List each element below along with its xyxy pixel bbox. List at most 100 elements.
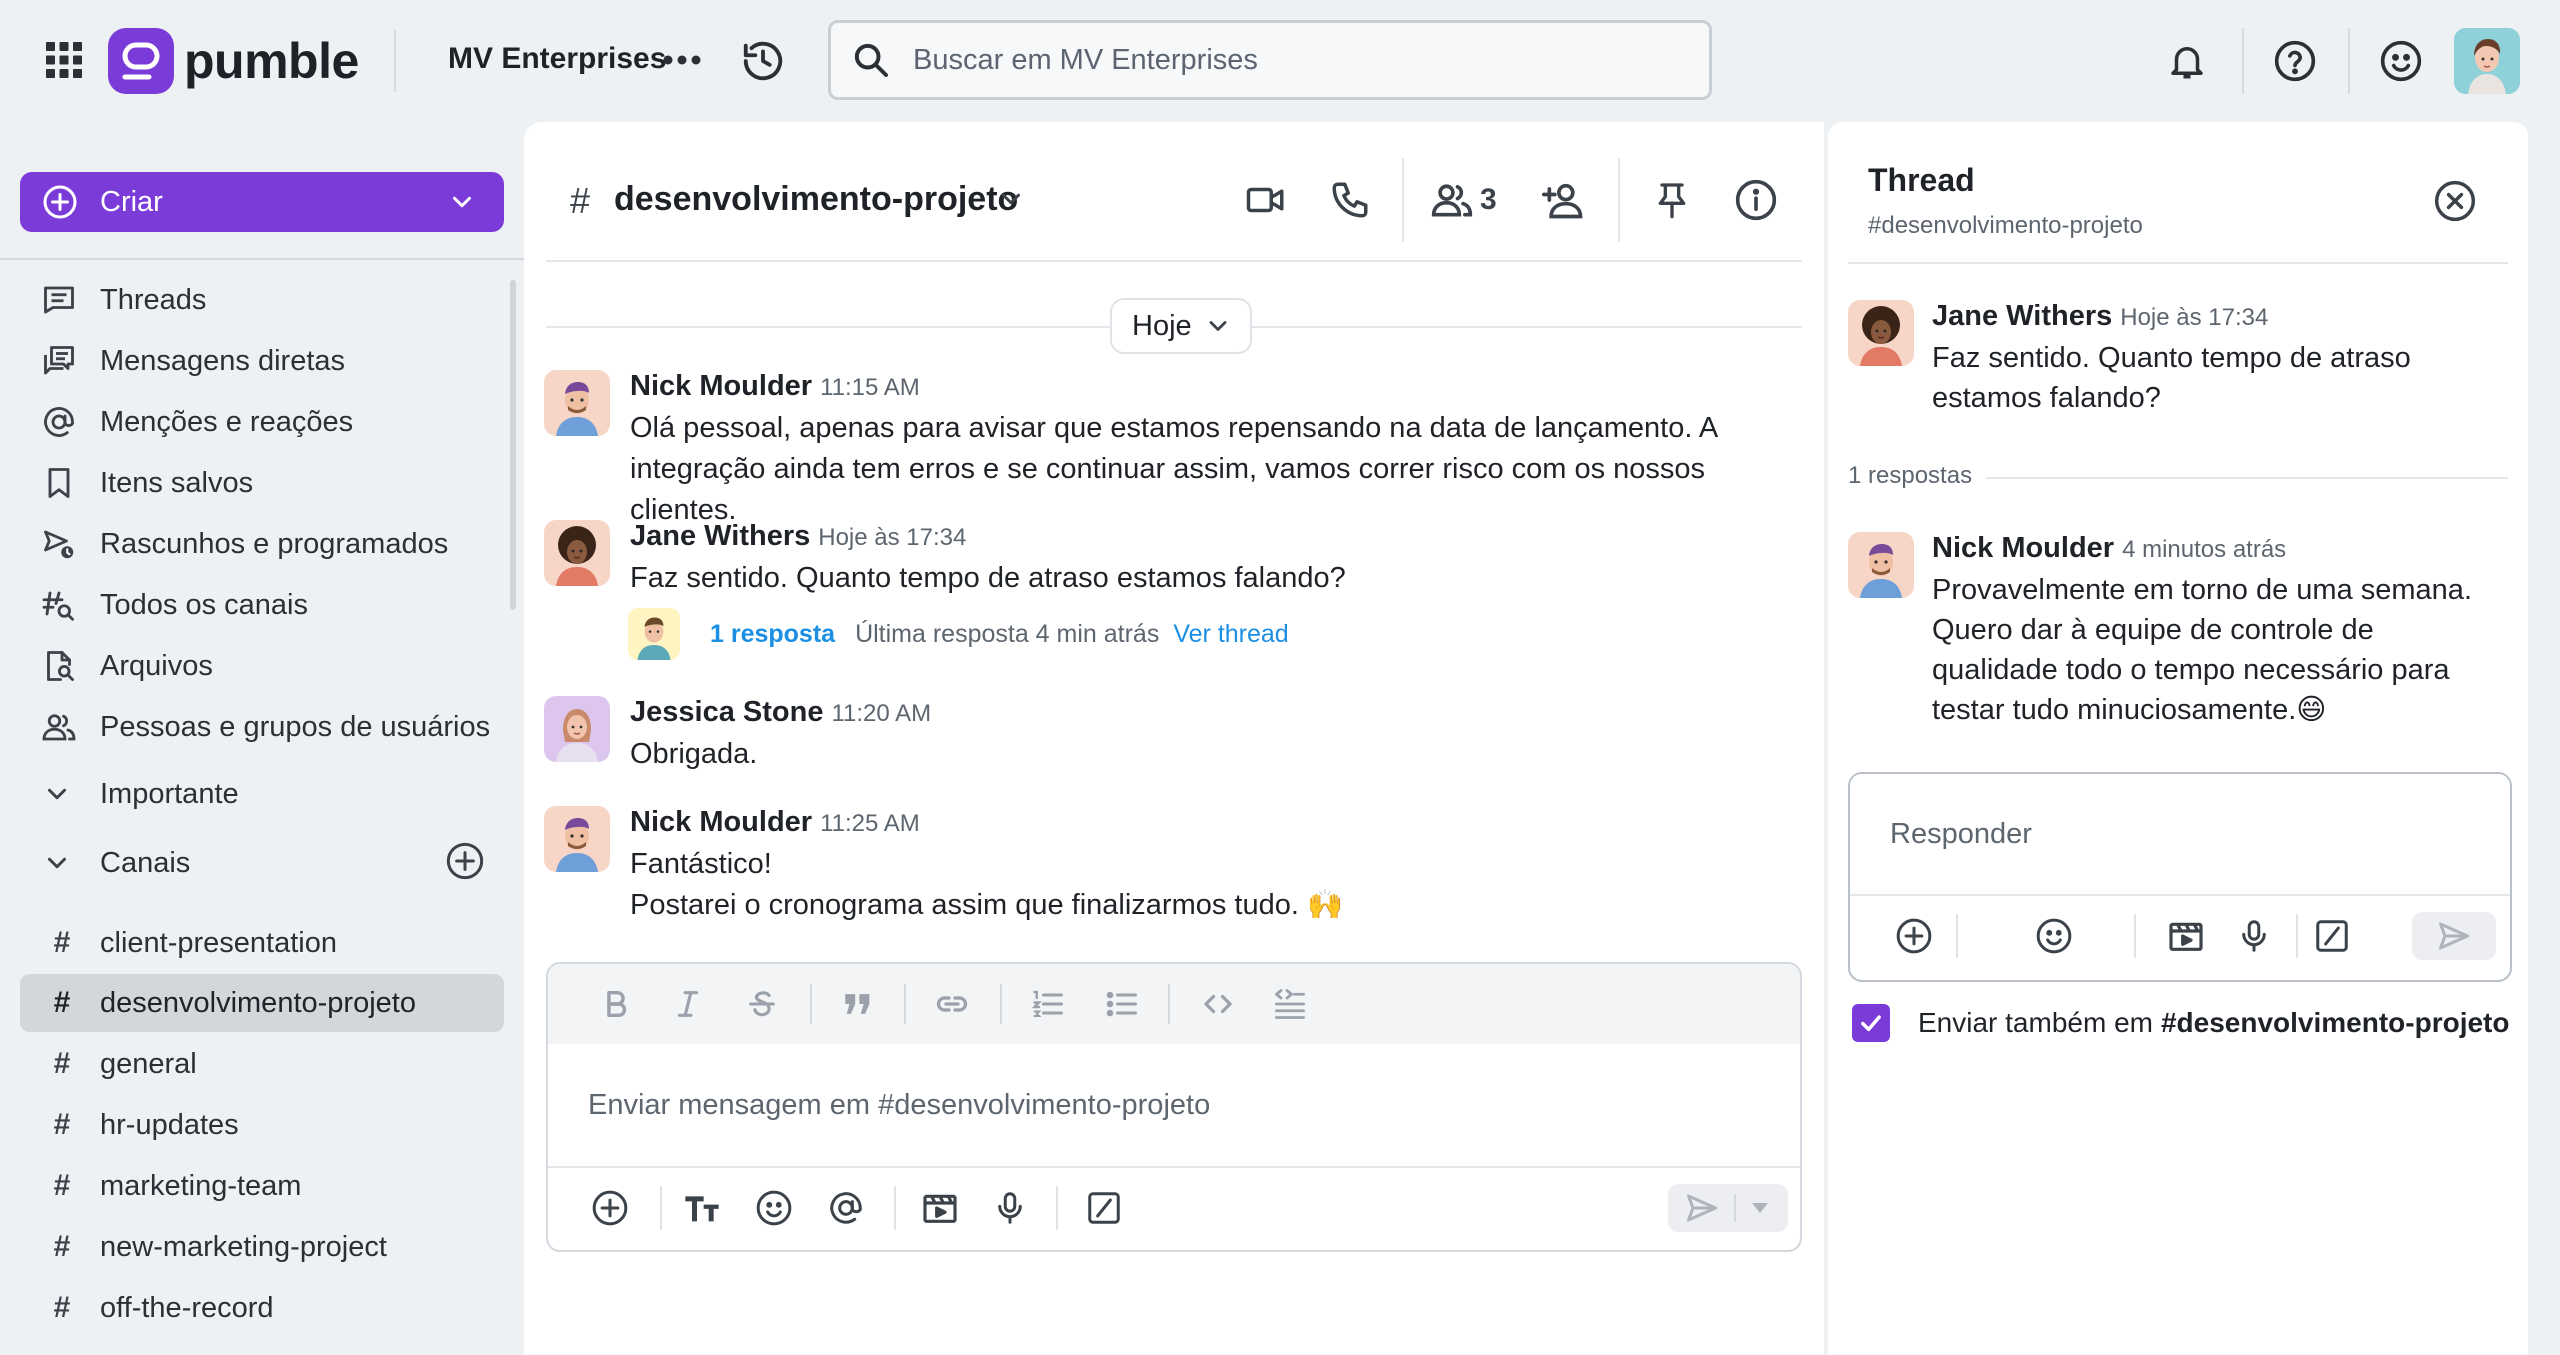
search-bar[interactable]: [828, 20, 1712, 100]
hash-icon: #: [53, 1108, 71, 1141]
message-author[interactable]: Jane Withers: [630, 520, 810, 553]
create-button[interactable]: Criar: [20, 172, 504, 232]
also-send-checkbox[interactable]: [1852, 1004, 1890, 1042]
section-channels[interactable]: Canais: [40, 839, 190, 887]
view-thread-link[interactable]: Ver thread: [1173, 620, 1288, 649]
history-icon[interactable]: [740, 38, 786, 84]
section-important[interactable]: Importante: [40, 770, 239, 818]
channel-item-desenvolvimento-projeto[interactable]: # desenvolvimento-projeto: [20, 974, 504, 1032]
message-item[interactable]: Nick Moulder 11:15 AM Olá pessoal, apena…: [544, 370, 1804, 526]
hash-icon: #: [53, 1047, 71, 1080]
pin-icon[interactable]: [1646, 174, 1698, 226]
attach-plus-icon[interactable]: [1892, 914, 1936, 958]
thread-reply-message[interactable]: Nick Moulder 4 minutos atrás Provavelmen…: [1848, 532, 2508, 732]
workspace-name[interactable]: MV Enterprises: [448, 42, 666, 76]
nav-item-drafts[interactable]: Rascunhos e programados: [40, 520, 448, 568]
avatar-nick-moulder[interactable]: [1848, 532, 1914, 598]
channel-item-marketing-team[interactable]: # marketing-team: [20, 1157, 504, 1215]
nav-item-mentions[interactable]: Menções e reações: [40, 398, 353, 446]
message-author[interactable]: Nick Moulder: [630, 806, 812, 839]
reply-input[interactable]: [1850, 774, 2510, 894]
avatar-jane-withers[interactable]: [1848, 300, 1914, 366]
sidebar-scrollbar[interactable]: [510, 280, 516, 610]
add-channel-icon[interactable]: [444, 840, 486, 882]
channel-item-client-presentation[interactable]: # client-presentation: [20, 914, 504, 972]
channel-item-general[interactable]: # general: [20, 1035, 504, 1093]
header-divider: [1618, 158, 1620, 242]
members-button[interactable]: 3: [1430, 174, 1497, 226]
bold-icon[interactable]: [596, 984, 636, 1024]
reply-send-button[interactable]: [2412, 912, 2496, 960]
thread-summary[interactable]: 1 resposta Última resposta 4 min atrás V…: [628, 606, 1289, 662]
hash-icon: #: [53, 926, 71, 959]
strikethrough-icon[interactable]: [742, 984, 782, 1024]
composer-divider: [548, 1166, 1800, 1168]
bullet-list-icon[interactable]: [1102, 984, 1142, 1024]
nav-item-people[interactable]: Pessoas e grupos de usuários: [40, 703, 490, 751]
send-button[interactable]: [1668, 1184, 1788, 1232]
also-send-option[interactable]: Enviar também em #desenvolvimento-projet…: [1852, 1004, 2509, 1042]
chevron-down-icon[interactable]: [994, 182, 1028, 216]
emoji-icon[interactable]: [752, 1186, 796, 1230]
date-divider[interactable]: Hoje: [1110, 298, 1252, 354]
pumble-logo[interactable]: pumble: [108, 28, 359, 94]
info-icon[interactable]: [1730, 174, 1782, 226]
message-author[interactable]: Jane Withers: [1932, 300, 2112, 333]
text-format-icon[interactable]: [680, 1186, 724, 1230]
message-input[interactable]: [548, 1044, 1800, 1166]
more-options-icon[interactable]: [660, 40, 704, 80]
channel-item-off-the-record[interactable]: # off-the-record: [20, 1279, 504, 1337]
slash-command-icon[interactable]: [1082, 1186, 1126, 1230]
message-author[interactable]: Nick Moulder: [1932, 532, 2114, 565]
quote-icon[interactable]: [838, 984, 878, 1024]
channel-hash-icon: #: [570, 180, 591, 221]
nav-item-files[interactable]: Arquivos: [40, 642, 213, 690]
avatar-nick-moulder[interactable]: [544, 806, 610, 872]
video-call-icon[interactable]: [1240, 174, 1292, 226]
help-icon[interactable]: [2272, 38, 2318, 84]
message-item[interactable]: Jane Withers Hoje às 17:34 Faz sentido. …: [544, 520, 1804, 610]
attach-plus-icon[interactable]: [588, 1186, 632, 1230]
nav-item-direct-messages[interactable]: Mensagens diretas: [40, 337, 345, 385]
message-item[interactable]: Jessica Stone 11:20 AM Obrigada.: [544, 696, 1804, 782]
message-author[interactable]: Nick Moulder: [630, 370, 812, 403]
channel-item-hr-updates[interactable]: # hr-updates: [20, 1096, 504, 1154]
channel-title[interactable]: desenvolvimento-projeto: [614, 180, 1018, 219]
italic-icon[interactable]: [668, 984, 708, 1024]
user-avatar[interactable]: [2454, 28, 2520, 94]
apps-grid-icon[interactable]: [44, 40, 84, 80]
search-input[interactable]: [913, 43, 1673, 77]
video-clip-icon[interactable]: [2164, 914, 2208, 958]
message-header: Nick Moulder 4 minutos atrás: [1932, 532, 2286, 565]
reply-composer: [1848, 772, 2512, 982]
nav-item-all-channels[interactable]: Todos os canais: [40, 581, 308, 629]
close-icon[interactable]: [2432, 178, 2478, 224]
thread-channel[interactable]: #desenvolvimento-projeto: [1868, 212, 2143, 240]
message-item[interactable]: Nick Moulder 11:25 AM Fantástico! Postar…: [544, 806, 1804, 936]
mention-icon[interactable]: [824, 1186, 868, 1230]
thread-parent-message[interactable]: Jane Withers Hoje às 17:34 Faz sentido. …: [1848, 300, 2508, 414]
channel-item-new-marketing-project[interactable]: # new-marketing-project: [20, 1218, 504, 1276]
nav-item-threads[interactable]: Threads: [40, 276, 206, 324]
slash-command-icon[interactable]: [2310, 914, 2354, 958]
avatar-jessica-stone[interactable]: [544, 696, 610, 762]
numbered-list-icon[interactable]: [1028, 984, 1068, 1024]
nav-item-saved[interactable]: Itens salvos: [40, 459, 253, 507]
emoji-icon[interactable]: [2032, 914, 2076, 958]
microphone-icon[interactable]: [988, 1186, 1032, 1230]
link-icon[interactable]: [932, 984, 972, 1024]
thread-reply-count[interactable]: 1 resposta: [710, 620, 835, 649]
code-block-icon[interactable]: [1270, 984, 1310, 1024]
avatar-jane-withers[interactable]: [544, 520, 610, 586]
phone-call-icon[interactable]: [1324, 174, 1376, 226]
status-smiley-icon[interactable]: [2378, 38, 2424, 84]
avatar-nick-moulder[interactable]: [544, 370, 610, 436]
message-author[interactable]: Jessica Stone: [630, 696, 823, 729]
microphone-icon[interactable]: [2232, 914, 2276, 958]
video-clip-icon[interactable]: [918, 1186, 962, 1230]
code-icon[interactable]: [1198, 984, 1238, 1024]
send-options-caret-icon[interactable]: [1748, 1196, 1772, 1220]
notifications-bell-icon[interactable]: [2164, 38, 2210, 84]
also-send-label: Enviar também em: [1918, 1007, 2153, 1038]
add-member-icon[interactable]: [1538, 174, 1590, 226]
